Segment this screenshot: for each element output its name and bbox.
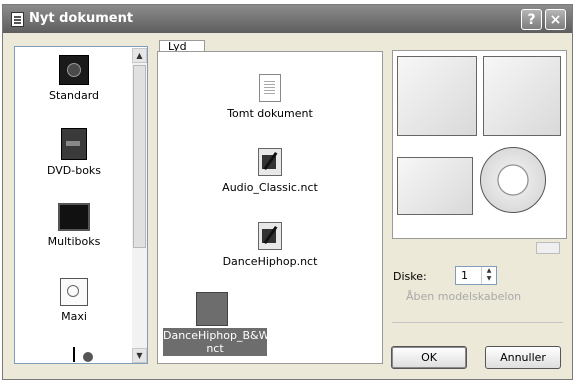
list-item-label: DVD-boks: [46, 164, 102, 177]
case-icon: [73, 347, 75, 362]
template-label-selected: DanceHiphop_B&W. nct: [163, 328, 272, 356]
template-item-blank[interactable]: Tomt dokument: [161, 74, 379, 120]
preview-back-cover: [397, 157, 473, 215]
template-icon: [196, 292, 228, 326]
preview-front-cover: [397, 56, 477, 136]
close-button[interactable]: ×: [545, 9, 566, 30]
list-item-label: Maxi: [61, 310, 87, 323]
disks-value[interactable]: 1: [461, 269, 468, 282]
scroll-down-arrow-icon[interactable]: ▼: [132, 348, 147, 363]
dialog-title: Nyt dokument: [29, 11, 134, 26]
template-item-audio-classic[interactable]: Audio_Classic.nct: [161, 148, 379, 194]
left-scrollbar[interactable]: ▲ ▼: [132, 48, 147, 363]
preview-cd-label: [480, 147, 546, 213]
open-template-folder-link: Åben modelskabelon: [406, 290, 522, 303]
preview-booklet: [483, 56, 561, 136]
blank-document-icon: [259, 74, 281, 102]
list-item-maxi[interactable]: Maxi: [16, 278, 132, 323]
template-item-dancehiphop[interactable]: DanceHiphop.nct: [161, 222, 379, 268]
template-label: Tomt dokument: [227, 107, 313, 120]
list-item-multibox[interactable]: Multiboks: [16, 203, 132, 248]
disks-label: Diske:: [393, 270, 427, 283]
scroll-up-arrow-icon[interactable]: ▲: [132, 48, 147, 63]
template-label: DanceHiphop.nct: [222, 255, 318, 268]
help-button[interactable]: ?: [521, 9, 542, 30]
template-icon: [258, 148, 282, 176]
ok-button[interactable]: OK: [391, 346, 467, 369]
template-item-dancehiphop-bw[interactable]: DanceHiphop_B&W. nct: [161, 292, 272, 356]
standard-case-icon: [59, 55, 89, 85]
document-icon: [11, 12, 24, 27]
list-item-partial[interactable]: [16, 347, 132, 362]
template-label: Audio_Classic.nct: [222, 181, 318, 194]
template-preview: [392, 50, 567, 239]
template-icon: [258, 222, 282, 250]
list-item-dvd-box[interactable]: DVD-boks: [16, 128, 132, 177]
title-bar[interactable]: Nyt dokument ? ×: [3, 5, 572, 33]
preview-toggle-button[interactable]: [536, 242, 560, 254]
maxi-icon: [60, 278, 88, 306]
dvd-box-icon: [61, 128, 87, 160]
cancel-button[interactable]: Annuller: [485, 346, 561, 369]
scroll-thumb[interactable]: [133, 65, 146, 248]
list-item-standard[interactable]: Standard: [16, 55, 132, 102]
separator: [392, 322, 563, 323]
list-item-label: Multiboks: [47, 235, 101, 248]
spin-arrows-icon[interactable]: ▲ ▼: [481, 267, 496, 284]
list-item-label: Standard: [48, 89, 100, 102]
multibox-icon: [58, 203, 90, 231]
disks-spinner[interactable]: 1 ▲ ▼: [455, 266, 497, 285]
